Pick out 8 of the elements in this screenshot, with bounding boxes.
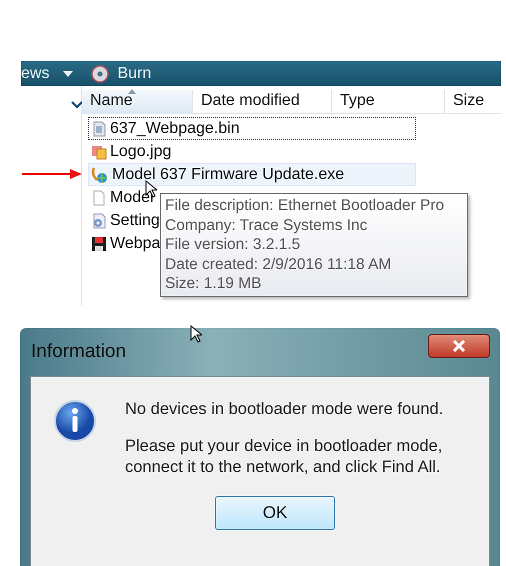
tooltip-text: File description: Ethernet Bootloader Pro <box>165 196 446 216</box>
dialog-title: Information <box>31 341 126 363</box>
tooltip-text: Company: Trace Systems Inc <box>165 216 368 235</box>
dialog-message: No devices in bootloader mode were found. <box>125 399 444 420</box>
tooltip-text: Date created: 2/9/2016 11:18 AM <box>165 254 392 274</box>
tooltip-text: Size: 1.19 MB <box>165 274 262 294</box>
dialog-message: Please put your device in bootloader mode, connect it to the network, and click Find All. <box>125 436 444 478</box>
tooltip-text: File version: 3.2.1.5 <box>165 235 302 254</box>
